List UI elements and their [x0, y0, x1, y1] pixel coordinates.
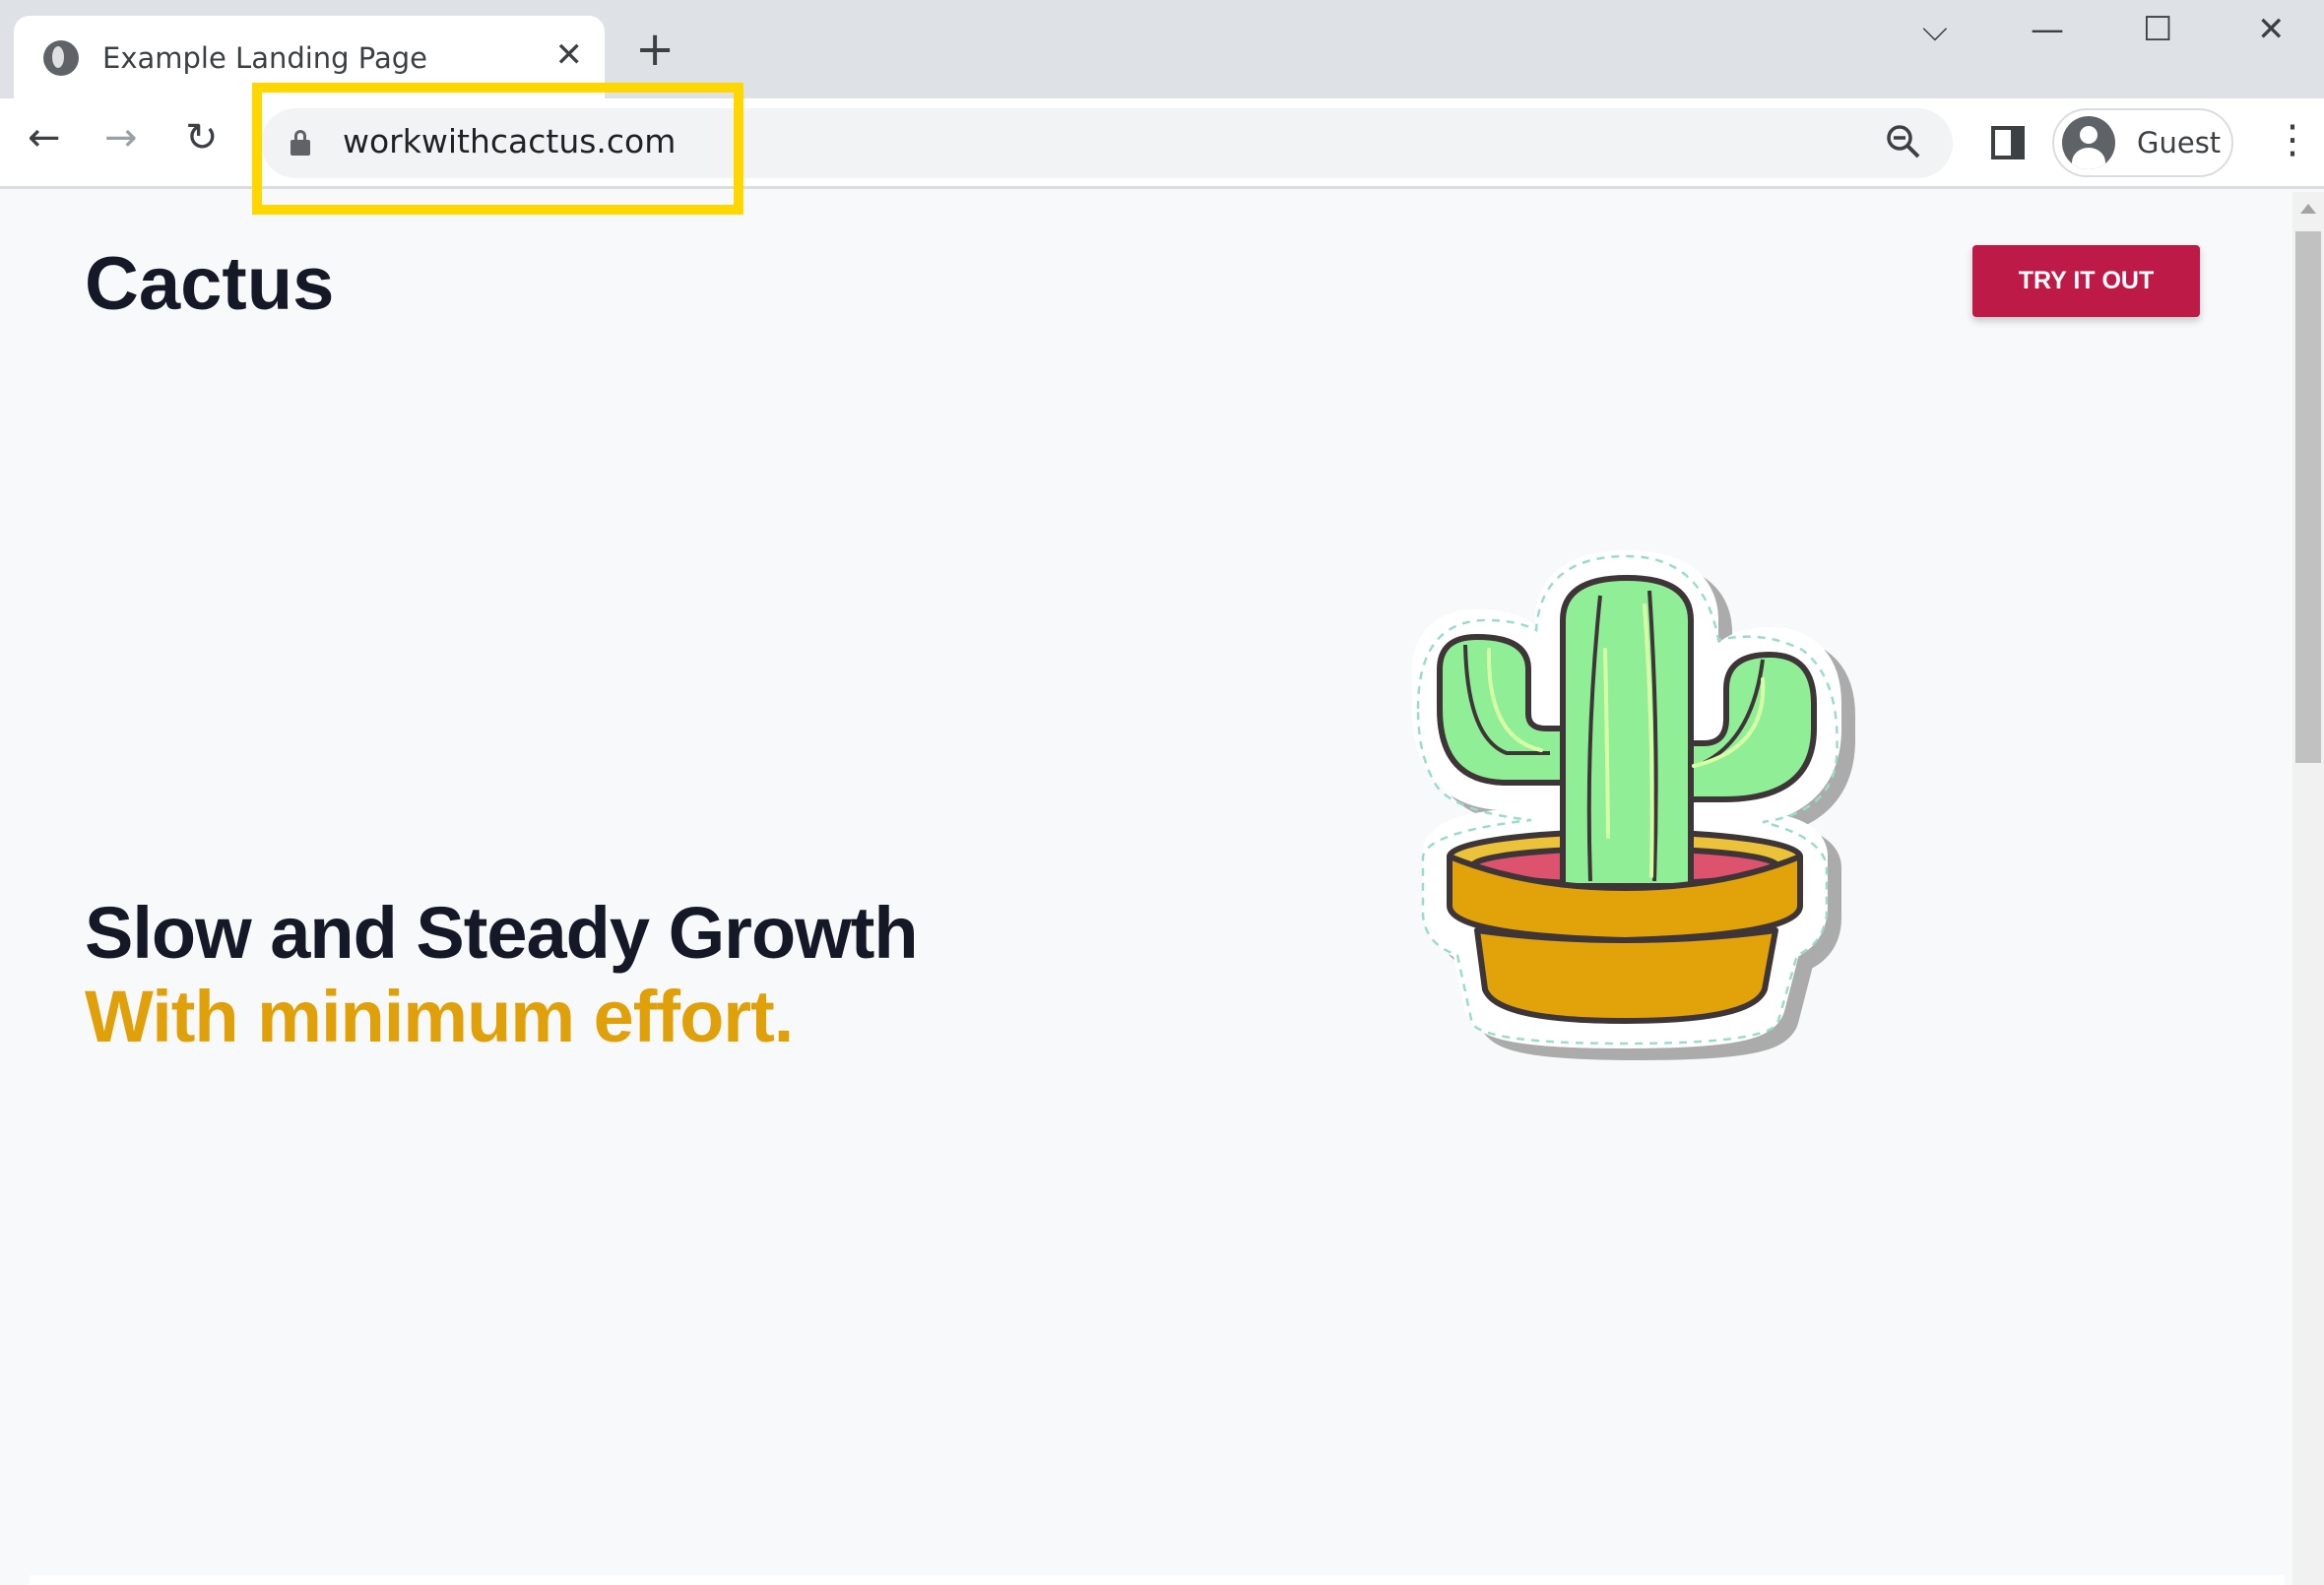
browser-tab[interactable]: Example Landing Page ✕	[14, 16, 605, 100]
zoom-out-icon[interactable]	[1884, 122, 1923, 161]
menu-icon[interactable]: ⋮	[2273, 120, 2312, 159]
profile-label: Guest	[2137, 126, 2222, 159]
brand-logo[interactable]: Cactus	[85, 241, 334, 327]
next-section-edge	[30, 1575, 2285, 1585]
subheadline: With minimum effort.	[85, 976, 794, 1057]
reload-button[interactable]: ↻	[185, 118, 219, 158]
scrollbar-thumb[interactable]	[2295, 231, 2321, 763]
vertical-scrollbar[interactable]	[2292, 192, 2324, 1585]
address-bar[interactable]: workwithcactus.com	[261, 108, 1953, 178]
try-it-out-button[interactable]: TRY IT OUT	[1972, 245, 2200, 317]
back-button[interactable]: ←	[28, 118, 61, 158]
cactus-illustration	[1379, 541, 1891, 1388]
profile-button[interactable]: Guest	[2052, 108, 2233, 177]
tab-strip: Example Landing Page ✕ + ⌵ — ☐ ✕	[0, 0, 2324, 100]
maximize-button[interactable]: ☐	[2143, 10, 2172, 49]
tab-close-button[interactable]: ✕	[555, 35, 584, 75]
minimize-button[interactable]: —	[2031, 10, 2064, 49]
headline: Slow and Steady Growth	[85, 892, 919, 974]
cactus-trunk	[1560, 575, 1694, 889]
tab-search-chevron-icon[interactable]: ⌵	[1922, 10, 1948, 49]
scroll-up-arrow-icon[interactable]	[2300, 204, 2316, 214]
tab-title: Example Landing Page	[102, 41, 428, 75]
browser-toolbar: ← → ↻ workwithcactus.com Guest ⋮	[0, 98, 2324, 189]
close-window-button[interactable]: ✕	[2257, 10, 2286, 49]
pot-body	[1474, 927, 1778, 1024]
avatar-icon	[2062, 116, 2115, 169]
new-tab-button[interactable]: +	[635, 26, 675, 73]
side-panel-icon[interactable]	[1991, 126, 2025, 159]
forward-button[interactable]: →	[104, 118, 138, 158]
url-text[interactable]: workwithcactus.com	[343, 122, 676, 160]
lock-icon[interactable]	[290, 130, 310, 156]
globe-icon	[43, 40, 79, 76]
